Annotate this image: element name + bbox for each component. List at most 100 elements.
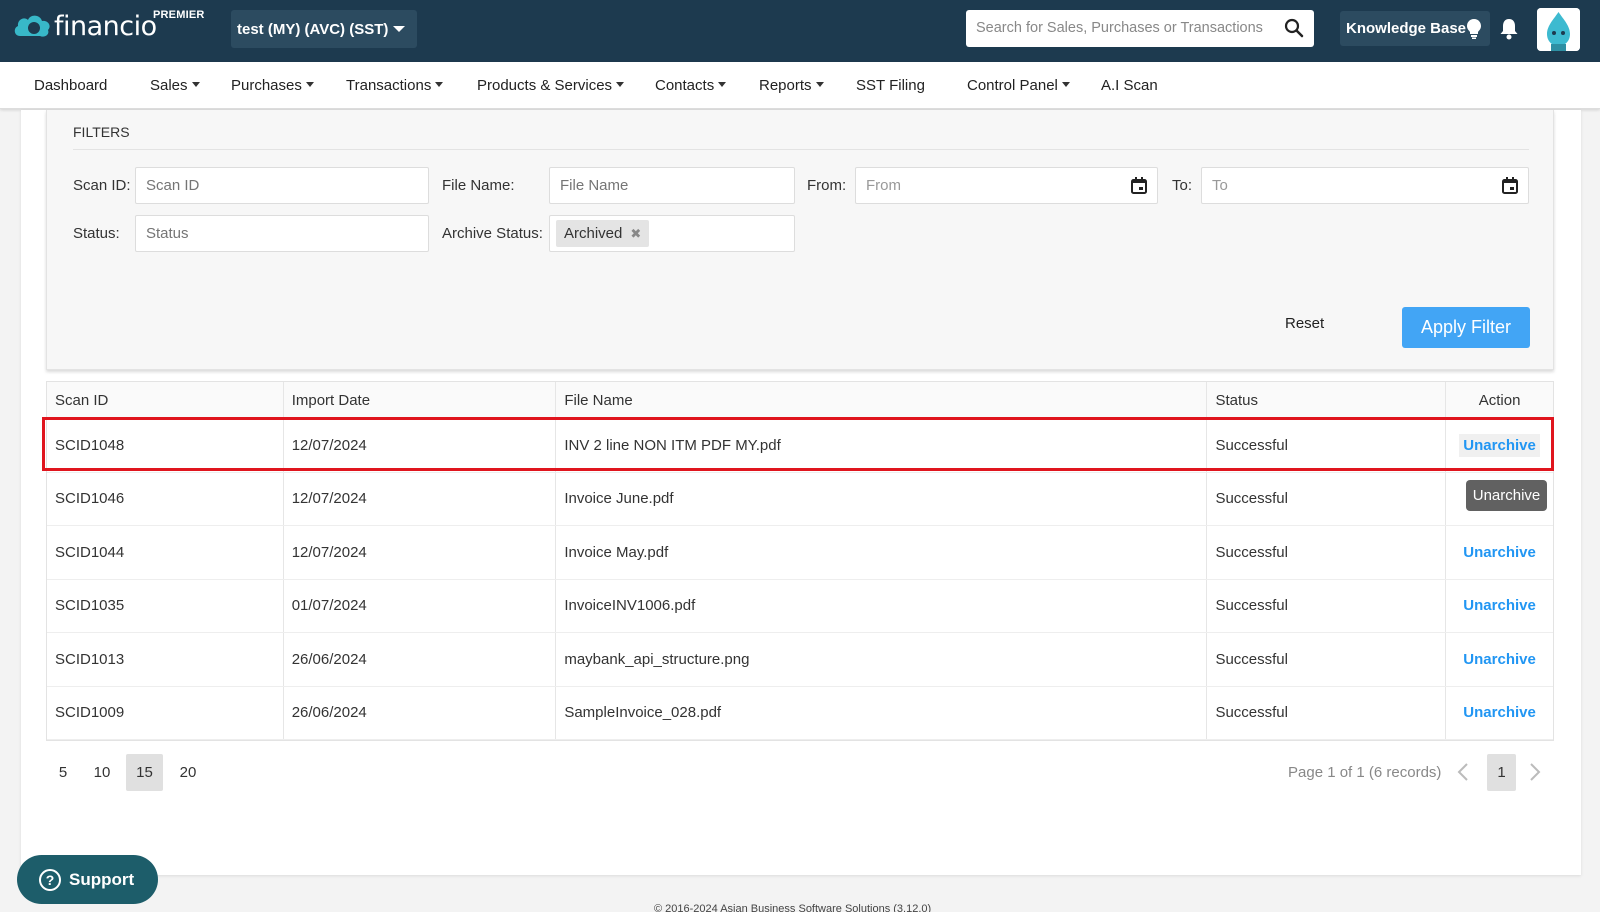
nav-purchases[interactable]: Purchases: [231, 77, 314, 94]
to-placeholder: To: [1212, 177, 1228, 194]
premier-badge: PREMIER: [153, 9, 205, 21]
support-button[interactable]: ? Support: [17, 855, 158, 904]
nav-products-services[interactable]: Products & Services: [477, 77, 625, 94]
nav-label: Dashboard: [34, 77, 108, 94]
page-size-15[interactable]: 15: [126, 754, 163, 791]
chevron-left-icon[interactable]: [1457, 762, 1469, 782]
search-box: [966, 10, 1314, 47]
file-name-input[interactable]: [549, 167, 795, 204]
filters-title: FILTERS: [73, 124, 130, 140]
cell-status: Successful: [1207, 526, 1447, 579]
nav-reports[interactable]: Reports: [759, 77, 824, 94]
archived-tag-label: Archived: [564, 225, 623, 242]
filters-divider: [73, 149, 1529, 150]
caret-down-icon: [1061, 81, 1070, 87]
page-size-20[interactable]: 20: [174, 754, 202, 791]
filters-panel: FILTERS Scan ID: File Name: From: From T…: [46, 110, 1554, 370]
nav-contacts[interactable]: Contacts: [655, 77, 727, 94]
to-date-input[interactable]: To: [1201, 167, 1529, 204]
status-input[interactable]: [135, 215, 429, 252]
nav-control-panel[interactable]: Control Panel: [967, 77, 1070, 94]
scan-id-input[interactable]: [135, 167, 429, 204]
cell-action: Unarchive: [1446, 633, 1553, 686]
caret-down-icon: [718, 81, 727, 87]
nav-transactions[interactable]: Transactions: [346, 77, 444, 94]
cell-file-name: SampleInvoice_028.pdf: [556, 686, 1208, 739]
cell-scan-id: SCID1046: [47, 472, 284, 525]
cell-file-name: Invoice May.pdf: [556, 526, 1208, 579]
cell-action: Unarchive: [1446, 419, 1553, 472]
from-date-input[interactable]: From: [855, 167, 1158, 204]
main-nav: Dashboard Sales Purchases Transactions P…: [0, 62, 1600, 109]
caret-down-icon: [616, 81, 625, 87]
company-select[interactable]: test (MY) (AVC) (SST): [231, 10, 417, 48]
status-label: Status:: [73, 225, 120, 242]
cell-scan-id: SCID1044: [47, 526, 284, 579]
caret-down-icon: [305, 81, 314, 87]
nav-dashboard[interactable]: Dashboard: [34, 77, 107, 94]
footer-copyright: © 2016-2024 Asian Business Software Solu…: [654, 903, 932, 912]
nav-sales[interactable]: Sales: [150, 77, 200, 94]
file-name-label: File Name:: [442, 177, 515, 194]
nav-label: Reports: [759, 77, 812, 94]
table-row: SCID1046 12/07/2024 Invoice June.pdf Suc…: [47, 472, 1553, 526]
avatar-icon: [1537, 8, 1580, 51]
nav-sst-filing[interactable]: SST Filing: [856, 77, 925, 94]
scan-table: Scan ID Import Date File Name Status Act…: [46, 381, 1554, 741]
remove-tag-icon[interactable]: ✖: [630, 226, 641, 242]
caret-down-icon: [393, 26, 405, 32]
unarchive-tooltip[interactable]: Unarchive: [1466, 480, 1547, 511]
header-file-name[interactable]: File Name: [556, 382, 1208, 418]
cell-scan-id: SCID1048: [47, 419, 284, 472]
page-number-current[interactable]: 1: [1487, 754, 1516, 791]
from-placeholder: From: [866, 177, 901, 194]
unarchive-button[interactable]: Unarchive: [1459, 433, 1540, 457]
from-label: From:: [807, 177, 847, 194]
logo-text: financio: [54, 10, 157, 42]
header-scan-id[interactable]: Scan ID: [47, 382, 284, 418]
reset-button[interactable]: Reset: [1285, 315, 1324, 332]
to-label: To:: [1172, 177, 1193, 194]
table-row: SCID1009 26/06/2024 SampleInvoice_028.pd…: [47, 686, 1553, 740]
archive-status-select[interactable]: Archived ✖: [549, 215, 795, 252]
bell-icon[interactable]: [1499, 18, 1519, 40]
cell-scan-id: SCID1013: [47, 633, 284, 686]
caret-down-icon: [191, 81, 200, 87]
unarchive-button[interactable]: Unarchive: [1463, 651, 1536, 668]
cell-action: Unarchive: [1446, 526, 1553, 579]
knowledge-base-button[interactable]: Knowledge Base: [1340, 11, 1490, 46]
chevron-right-icon[interactable]: [1529, 762, 1541, 782]
header-import-date[interactable]: Import Date: [284, 382, 557, 418]
caret-down-icon: [815, 81, 824, 87]
page-size-10[interactable]: 10: [88, 754, 116, 791]
unarchive-button[interactable]: Unarchive: [1463, 544, 1536, 561]
nav-label: Sales: [150, 77, 188, 94]
table-row: SCID1035 01/07/2024 InvoiceINV1006.pdf S…: [47, 579, 1553, 633]
financio-logo[interactable]: financio: [12, 10, 157, 42]
nav-ai-scan[interactable]: A.I Scan: [1101, 77, 1158, 94]
user-avatar[interactable]: [1537, 8, 1580, 51]
archive-status-label: Archive Status:: [442, 225, 543, 242]
table-header: Scan ID Import Date File Name Status Act…: [47, 382, 1553, 419]
cell-status: Successful: [1207, 686, 1447, 739]
calendar-icon[interactable]: [1502, 177, 1518, 194]
calendar-icon[interactable]: [1131, 177, 1147, 194]
nav-label: Purchases: [231, 77, 302, 94]
search-icon[interactable]: [1284, 18, 1304, 38]
unarchive-button[interactable]: Unarchive: [1463, 704, 1536, 721]
cell-status: Successful: [1207, 419, 1447, 472]
question-icon: ?: [39, 868, 61, 891]
cell-scan-id: SCID1009: [47, 686, 284, 739]
nav-label: Transactions: [346, 77, 432, 94]
cell-import-date: 26/06/2024: [284, 686, 557, 739]
apply-filter-button[interactable]: Apply Filter: [1402, 307, 1530, 348]
search-input[interactable]: [966, 10, 1266, 45]
page-size-5[interactable]: 5: [53, 754, 73, 791]
unarchive-button[interactable]: Unarchive: [1463, 597, 1536, 614]
support-label: Support: [69, 869, 135, 889]
header-action: Action: [1478, 391, 1521, 409]
header-status[interactable]: Status: [1207, 382, 1447, 418]
cell-status: Successful: [1207, 633, 1447, 686]
cell-file-name: Invoice June.pdf: [556, 472, 1208, 525]
nav-label: Contacts: [655, 77, 715, 94]
